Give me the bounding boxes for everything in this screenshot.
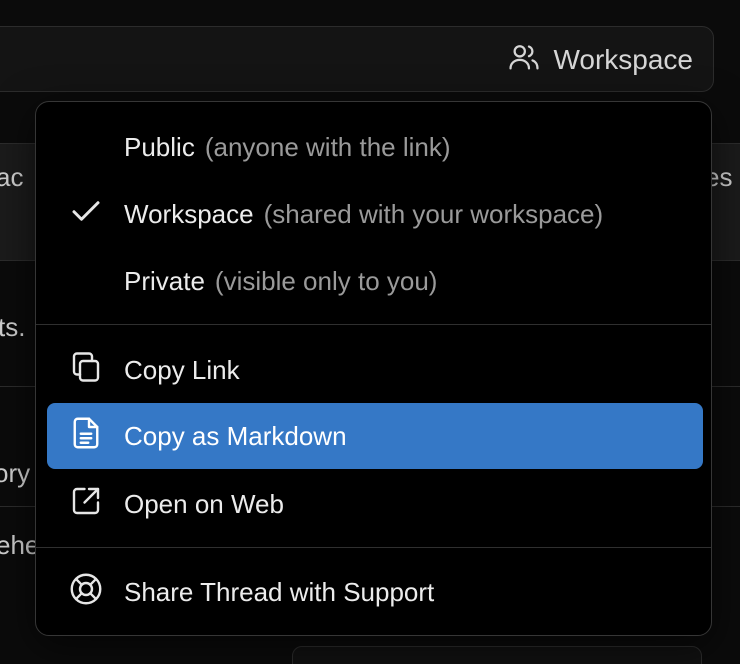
background-card: [292, 646, 702, 664]
background-text: ts.: [0, 312, 26, 342]
copy-link-label: Copy Link: [124, 354, 240, 385]
menu-separator: [36, 547, 711, 548]
users-icon: [507, 40, 541, 81]
workspace-visibility-button[interactable]: Workspace: [507, 41, 693, 79]
option-hint: (visible only to you): [214, 265, 438, 296]
copy-icon: [68, 349, 104, 392]
visibility-option-workspace[interactable]: Workspace (shared with your workspace): [47, 181, 703, 247]
option-label: Public: [124, 131, 195, 162]
copy-as-markdown-item[interactable]: Copy as Markdown: [47, 403, 703, 469]
visibility-option-private[interactable]: Private (visible only to you): [47, 248, 703, 314]
option-label: Workspace: [124, 198, 254, 229]
external-link-icon: [68, 483, 104, 526]
option-label: Private: [124, 265, 205, 296]
option-hint: (anyone with the link): [204, 131, 451, 162]
share-with-support-label: Share Thread with Support: [124, 576, 435, 607]
menu-separator: [36, 324, 711, 325]
app-window: Workspace ac es ts. ory ehe Public (anyo…: [0, 0, 740, 664]
lifebuoy-icon: [68, 571, 104, 614]
background-text: ory: [0, 458, 31, 488]
checkmark-icon: [68, 193, 104, 236]
document-icon: [68, 415, 104, 458]
copy-link-item[interactable]: Copy Link: [47, 337, 703, 403]
visibility-option-public[interactable]: Public (anyone with the link): [47, 114, 703, 180]
open-on-web-label: Open on Web: [124, 488, 284, 519]
share-dropdown-menu: Public (anyone with the link) Workspace …: [35, 101, 712, 636]
open-on-web-item[interactable]: Open on Web: [47, 471, 703, 537]
thread-header-bar: Workspace: [0, 26, 714, 92]
copy-as-markdown-label: Copy as Markdown: [124, 420, 347, 451]
background-text: ac: [0, 162, 24, 192]
option-hint: (shared with your workspace): [263, 198, 604, 229]
background-text: ehe: [0, 530, 40, 560]
workspace-button-label: Workspace: [553, 44, 693, 75]
share-with-support-item[interactable]: Share Thread with Support: [47, 559, 703, 625]
